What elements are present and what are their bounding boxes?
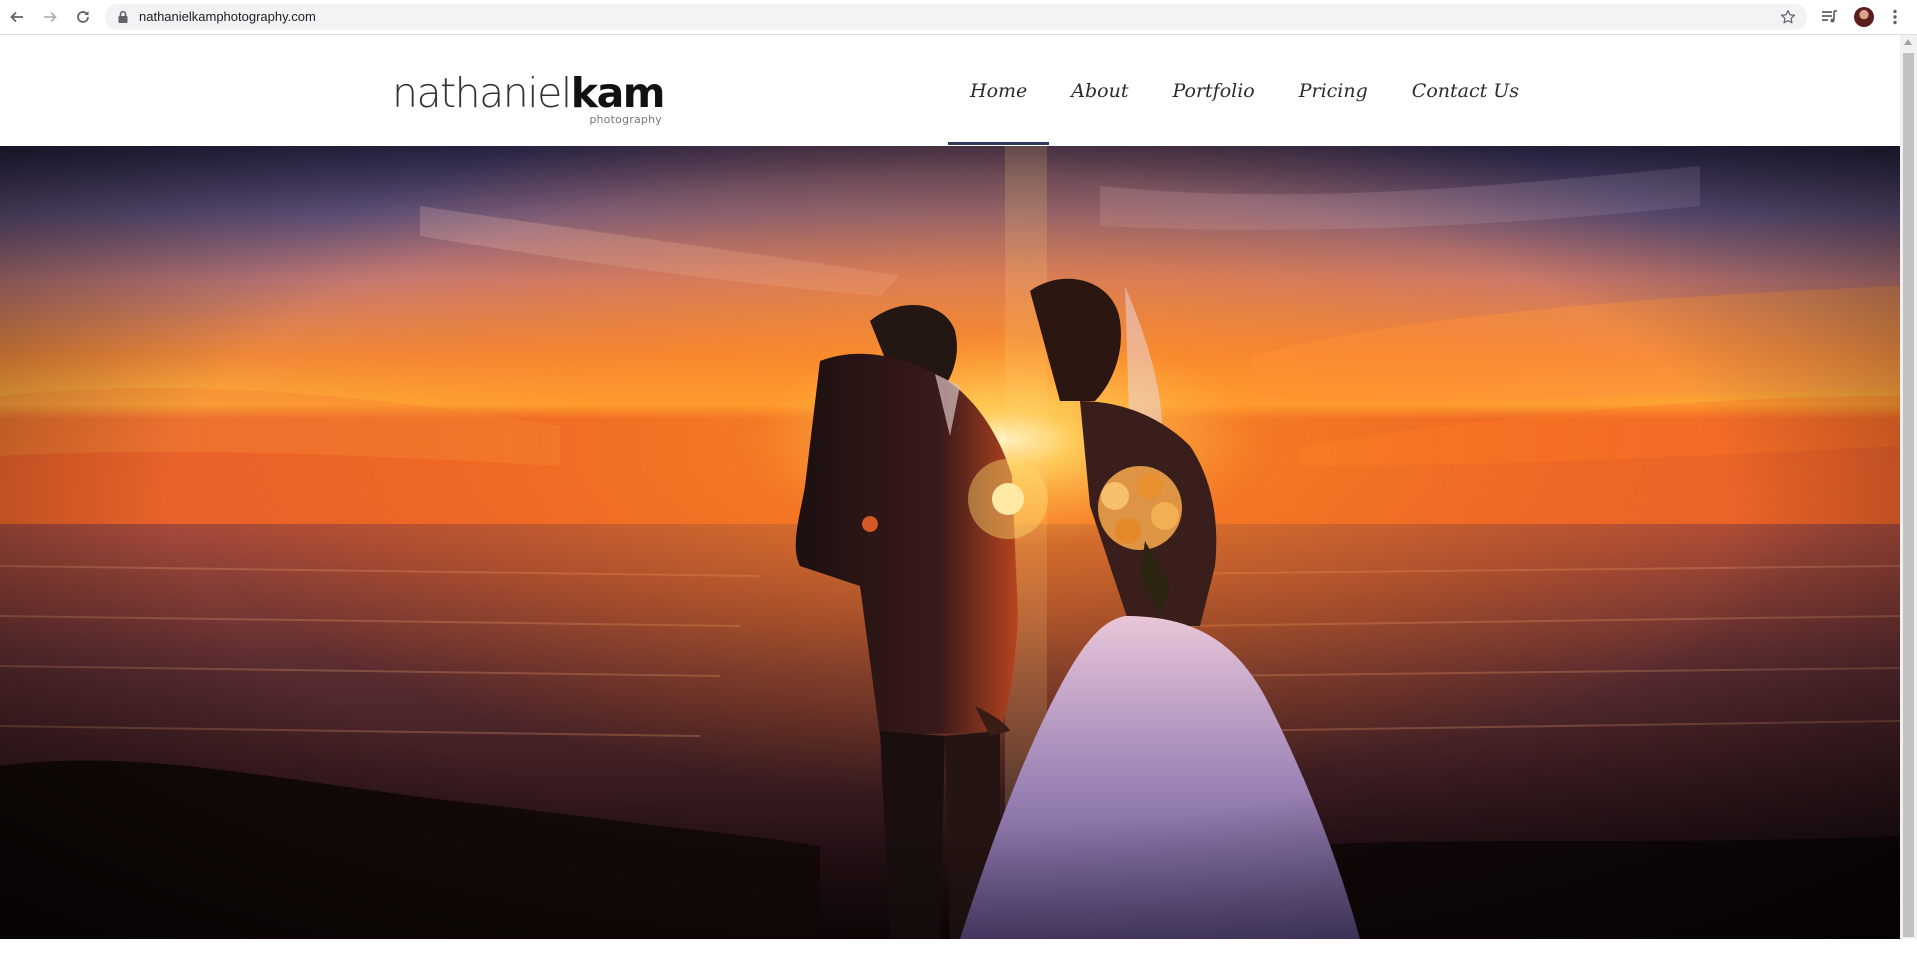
profile-avatar	[1854, 7, 1874, 27]
page-bottom-edge	[0, 939, 1917, 955]
browser-menu-button[interactable]	[1884, 6, 1906, 28]
lock-icon	[118, 10, 128, 23]
nav-item-home[interactable]: Home	[948, 35, 1050, 146]
nav-item-about[interactable]: About	[1049, 35, 1150, 146]
page-scrollbar[interactable]	[1900, 35, 1917, 939]
main-nav: Home About Portfolio Pricing Contact Us	[948, 35, 1541, 146]
logo-name-light: nathaniel	[392, 69, 572, 117]
logo-name-bold: kam	[570, 69, 666, 117]
media-control-button[interactable]	[1819, 6, 1841, 28]
arrow-right-icon	[44, 11, 57, 23]
scrollbar-thumb[interactable]	[1903, 53, 1914, 937]
hero-banner	[0, 146, 1900, 939]
browser-toolbar: nathanielkamphotography.com	[0, 0, 1917, 35]
site-header: nathanielkam photography Home About Port…	[0, 35, 1900, 146]
url-text[interactable]: nathanielkamphotography.com	[139, 9, 316, 24]
nav-item-pricing[interactable]: Pricing	[1277, 35, 1390, 146]
profile-button[interactable]	[1853, 6, 1875, 28]
address-bar[interactable]: nathanielkamphotography.com	[105, 4, 1807, 30]
reload-icon	[77, 11, 89, 23]
scroll-up-arrow-icon[interactable]	[1904, 39, 1912, 45]
logo-tagline: photography	[589, 113, 662, 126]
media-control-icon	[1822, 10, 1837, 23]
back-button[interactable]	[6, 6, 28, 28]
more-vert-icon	[1893, 9, 1897, 25]
nav-item-portfolio[interactable]: Portfolio	[1150, 35, 1276, 146]
nav-item-contact-us[interactable]: Contact Us	[1390, 35, 1541, 146]
arrow-left-icon	[10, 11, 23, 23]
star-icon[interactable]	[1779, 8, 1797, 26]
forward-button[interactable]	[39, 6, 61, 28]
logo-wordmark: nathanielkam	[392, 73, 665, 114]
site-logo[interactable]: nathanielkam photography	[392, 73, 665, 127]
hero-sunset-couple-image	[0, 146, 1900, 939]
reload-button[interactable]	[72, 6, 94, 28]
